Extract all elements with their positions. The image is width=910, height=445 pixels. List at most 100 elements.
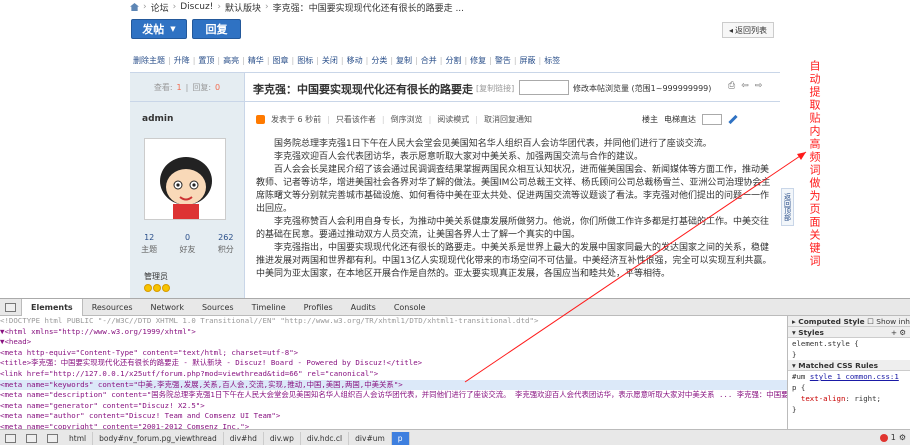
mod-action-12[interactable]: 分割 bbox=[442, 55, 464, 66]
breadcrumb: › 论坛 › Discuz! › 默认版块 › 李克强：中国要实现现代化还有很长… bbox=[130, 0, 464, 14]
copy-link[interactable]: [复制链接] bbox=[476, 83, 514, 94]
dom-line[interactable]: <!DOCTYPE html PUBLIC "-//W3C//DTD XHTML… bbox=[0, 316, 787, 327]
mod-action-14[interactable]: 警告 bbox=[492, 55, 514, 66]
tab-network[interactable]: Network bbox=[142, 299, 193, 316]
pageview-input[interactable] bbox=[519, 80, 569, 95]
read-mode-link[interactable]: 阅读模式 bbox=[437, 114, 469, 125]
rank-icon bbox=[144, 284, 152, 292]
dom-line[interactable]: <meta name="keywords" content="中美,李克强,发展… bbox=[0, 379, 787, 391]
element-breadcrumbs: html body#nv_forum.pg_viewthread div#hd div… bbox=[63, 431, 410, 445]
inspect-icon[interactable] bbox=[47, 433, 58, 443]
show-inherited-checkbox[interactable]: ☐ Show inherited bbox=[867, 317, 910, 326]
computed-style-header[interactable]: ▸ Computed Style ☐ Show inherited bbox=[788, 316, 910, 327]
element-crumb[interactable]: div.hdc.cl bbox=[301, 431, 350, 445]
mod-action-0[interactable]: 删除主题 bbox=[130, 55, 168, 66]
prev-thread-icon[interactable]: ⇦ bbox=[741, 81, 749, 91]
rank-icon bbox=[153, 284, 161, 292]
dock-icon[interactable] bbox=[5, 433, 16, 443]
devtools-close-icon[interactable] bbox=[5, 302, 16, 312]
author-badge-icon bbox=[256, 115, 265, 124]
mod-action-1[interactable]: 升降 bbox=[171, 55, 193, 66]
tab-console[interactable]: Console bbox=[385, 299, 435, 316]
arrow-left-icon: ◂ bbox=[728, 25, 733, 35]
breadcrumb-thread[interactable]: 李克强：中国要实现现代化还有很长的路要走 ... bbox=[273, 1, 464, 14]
avatar[interactable] bbox=[144, 138, 226, 220]
matched-rules-header[interactable]: ▾ Matched CSS Rules bbox=[788, 360, 910, 371]
pen-icon[interactable] bbox=[728, 114, 738, 125]
gear-icon[interactable]: ⚙ bbox=[899, 433, 906, 442]
tab-profiles[interactable]: Profiles bbox=[295, 299, 342, 316]
mod-action-5[interactable]: 图章 bbox=[270, 55, 292, 66]
matched-rule-selector[interactable]: #um style_1_common.css:1 bbox=[788, 371, 910, 382]
element-crumb[interactable]: div.wp bbox=[264, 431, 301, 445]
mod-action-11[interactable]: 合并 bbox=[418, 55, 440, 66]
mod-action-15[interactable]: 屏蔽 bbox=[517, 55, 539, 66]
reply-button[interactable]: 回复 bbox=[192, 19, 241, 39]
dom-tree: <!DOCTYPE html PUBLIC "-//W3C//DTD XHTML… bbox=[0, 316, 787, 429]
add-rule-icon[interactable]: + ⚙ bbox=[891, 327, 910, 338]
author-stat[interactable]: 12 主题 bbox=[141, 233, 157, 255]
tab-sources[interactable]: Sources bbox=[193, 299, 243, 316]
dom-line[interactable]: <meta name="copyright" content="2001-201… bbox=[0, 422, 787, 429]
mod-action-10[interactable]: 复制 bbox=[393, 55, 415, 66]
dom-line[interactable]: <meta name="author" content="Discuz! Tea… bbox=[0, 411, 787, 422]
element-crumb[interactable]: div#um bbox=[349, 431, 392, 445]
home-icon[interactable] bbox=[130, 3, 139, 11]
new-post-button[interactable]: 发帖 ▼ bbox=[131, 19, 187, 39]
dom-line[interactable]: <meta http-equiv="Content-Type" content=… bbox=[0, 348, 787, 359]
reverse-order-link[interactable]: 倒序浏览 bbox=[391, 114, 423, 125]
tab-audits[interactable]: Audits bbox=[342, 299, 385, 316]
topic-header: 查看: 1 | 回复: 0 李克强：中国要实现现代化还有很长的路要走 [复制链接] … bbox=[130, 72, 780, 102]
page-title: 李克强：中国要实现现代化还有很长的路要走 bbox=[253, 83, 473, 96]
floor-nav: 楼主 电梯直达 bbox=[642, 114, 738, 125]
element-crumb[interactable]: body#nv_forum.pg_viewthread bbox=[93, 431, 224, 445]
mod-action-3[interactable]: 高亮 bbox=[220, 55, 242, 66]
mod-action-9[interactable]: 分类 bbox=[368, 55, 390, 66]
author-stat[interactable]: 0 好友 bbox=[179, 233, 195, 255]
view-count: 1 bbox=[176, 82, 182, 92]
mod-action-8[interactable]: 移动 bbox=[344, 55, 366, 66]
only-author-link[interactable]: 只看该作者 bbox=[336, 114, 376, 125]
tab-timeline[interactable]: Timeline bbox=[243, 299, 295, 316]
floor-jump-input[interactable] bbox=[702, 114, 722, 125]
element-crumb[interactable]: p bbox=[391, 431, 410, 445]
print-icon[interactable]: ⎙ bbox=[728, 81, 735, 91]
mod-action-16[interactable]: 标签 bbox=[541, 55, 563, 66]
dom-line[interactable]: <meta name="generator" content="Discuz! … bbox=[0, 401, 787, 412]
next-thread-icon[interactable]: ⇨ bbox=[755, 81, 763, 91]
author-group[interactable]: 管理员 bbox=[144, 271, 168, 282]
post-paragraph: 百人会会长吴建民介绍了该会通过民调调查结果掌握两国民众相互认知状况，进而催美国国… bbox=[256, 165, 771, 214]
post-meta: 发表于 6 秒前 | 只看该作者 | 倒序浏览 | 阅读模式 | 取消回复通知 bbox=[256, 114, 532, 125]
cancel-notify-link[interactable]: 取消回复通知 bbox=[484, 114, 532, 125]
breadcrumb-forum[interactable]: 论坛 bbox=[151, 1, 169, 14]
mod-action-2[interactable]: 置顶 bbox=[195, 55, 217, 66]
breadcrumb-site[interactable]: Discuz! bbox=[180, 2, 213, 12]
dom-line[interactable]: ▼<head> bbox=[0, 337, 787, 348]
back-to-list-button[interactable]: ◂ 返回列表 bbox=[722, 22, 774, 38]
mod-action-4[interactable]: 精华 bbox=[245, 55, 267, 66]
error-indicator[interactable]: 1 ⚙ bbox=[879, 433, 906, 442]
dom-line[interactable]: ▼<html xmlns="http://www.w3.org/1999/xht… bbox=[0, 327, 787, 338]
tab-elements[interactable]: Elements bbox=[21, 298, 83, 316]
topic-stats: 查看: 1 | 回复: 0 bbox=[130, 73, 245, 101]
breadcrumb-board[interactable]: 默认版块 bbox=[225, 1, 261, 14]
element-style-rule[interactable]: element.style { bbox=[788, 338, 910, 349]
element-crumb[interactable]: html bbox=[63, 431, 94, 445]
mod-action-7[interactable]: 关闭 bbox=[319, 55, 341, 66]
tab-resources[interactable]: Resources bbox=[83, 299, 142, 316]
mod-action-6[interactable]: 图标 bbox=[294, 55, 316, 66]
author-stat[interactable]: 262 积分 bbox=[218, 233, 234, 255]
mod-action-13[interactable]: 修复 bbox=[467, 55, 489, 66]
dom-line[interactable]: <link href="http://127.0.0.1/x25utf/foru… bbox=[0, 369, 787, 380]
styles-header[interactable]: ▾ Styles + ⚙ bbox=[788, 327, 910, 338]
author-name[interactable]: admin bbox=[142, 114, 173, 124]
css-declaration[interactable]: text-align: right; bbox=[788, 393, 910, 404]
dom-line[interactable]: <title>李克强：中国要实现现代化还有很长的路要走 - 默认新块 - Dis… bbox=[0, 358, 787, 369]
stat-value: 12 bbox=[144, 233, 155, 242]
moderation-toolbar: 删除主题 | 升降 | 置顶 | 高亮 | 精华 | 图章 | 图标 | 关闭 | 移动 | 分类 | 复制 | 合并 | 分割… bbox=[130, 53, 785, 67]
rank-icon bbox=[162, 284, 170, 292]
console-icon[interactable] bbox=[26, 433, 37, 443]
dom-line[interactable]: <meta name="description" content="国务院总理李… bbox=[0, 390, 787, 401]
element-crumb[interactable]: div#hd bbox=[224, 431, 264, 445]
back-to-top-button[interactable]: 返回顶部 bbox=[781, 188, 794, 226]
